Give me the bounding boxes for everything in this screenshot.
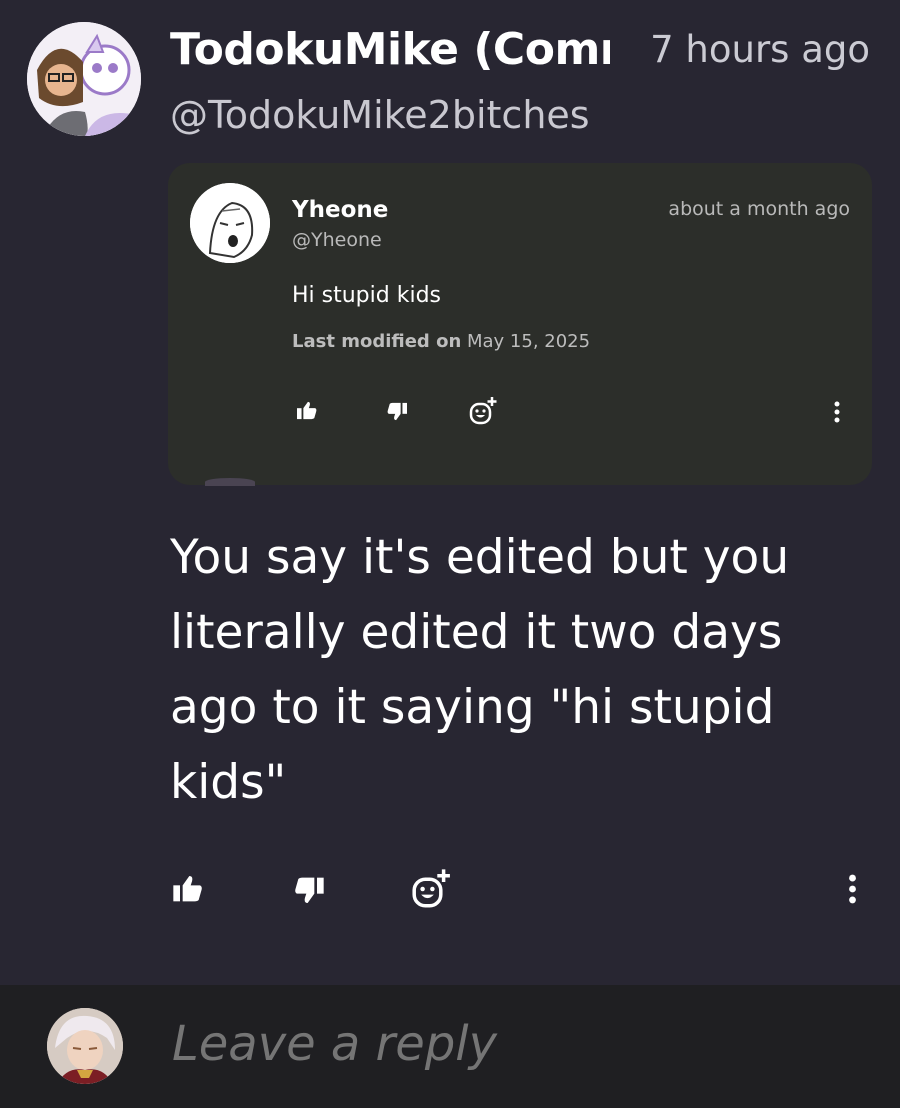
- quoted-modified-info: Last modified on May 15, 2025: [292, 331, 590, 352]
- more-vertical-icon[interactable]: [848, 874, 857, 904]
- thumbs-up-icon[interactable]: [296, 400, 318, 420]
- modified-date: May 15, 2025: [467, 331, 591, 352]
- add-reaction-icon[interactable]: [468, 396, 498, 426]
- add-reaction-icon[interactable]: [410, 868, 452, 910]
- commenter-avatar[interactable]: [27, 22, 141, 136]
- quoted-timestamp: about a month ago: [668, 198, 850, 220]
- commenter-handle[interactable]: @TodokuMike2bitches: [170, 93, 590, 137]
- more-vertical-icon[interactable]: [834, 401, 840, 423]
- commenter-username[interactable]: TodokuMike (Community Mike): [170, 24, 610, 75]
- modified-label: Last modified on: [292, 331, 462, 352]
- reply-bar: [0, 985, 900, 1108]
- quoted-avatar[interactable]: [190, 183, 270, 263]
- thumbs-down-icon[interactable]: [386, 402, 408, 422]
- quoted-comment-card[interactable]: Yheone @Yheone about a month ago Hi stup…: [168, 163, 872, 485]
- comment-timestamp: 7 hours ago: [650, 28, 870, 71]
- reply-input[interactable]: [170, 1015, 874, 1073]
- quoted-comment-text: Hi stupid kids: [292, 283, 441, 308]
- thumbs-down-icon[interactable]: [293, 876, 325, 906]
- quoted-username[interactable]: Yheone: [292, 197, 388, 223]
- comment-text: You say it's edited but you literally ed…: [170, 530, 790, 810]
- thumbs-up-icon[interactable]: [172, 873, 204, 903]
- current-user-avatar[interactable]: [47, 1008, 123, 1084]
- quoted-handle[interactable]: @Yheone: [292, 229, 382, 251]
- partial-avatar: [205, 478, 255, 486]
